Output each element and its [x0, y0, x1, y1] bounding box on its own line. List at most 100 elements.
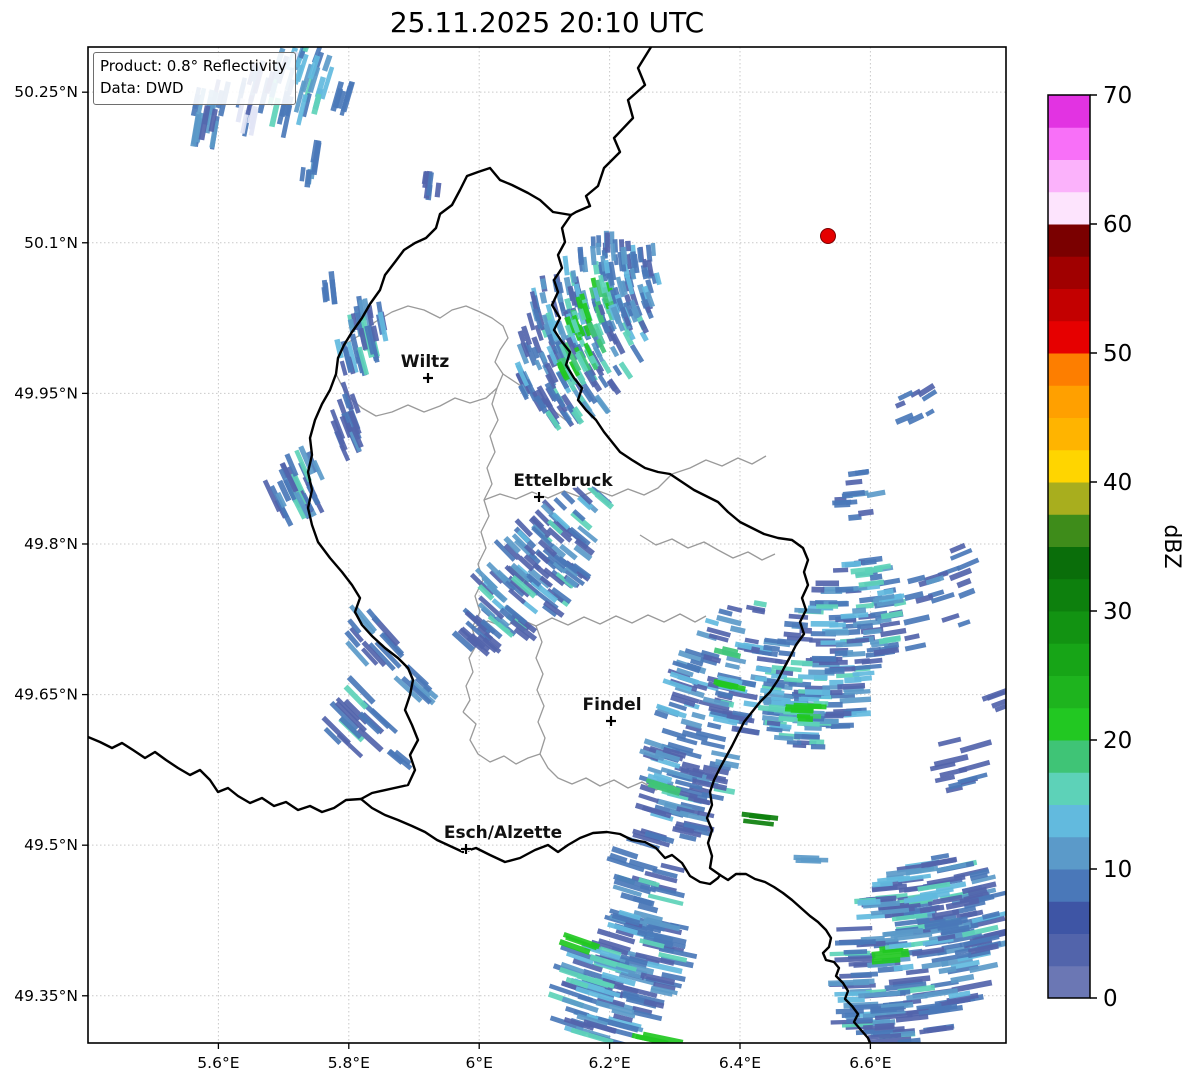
- echo-cluster: [832, 468, 886, 521]
- x-tick-label: 6.4°E: [719, 1054, 761, 1072]
- echo-bin: [857, 508, 874, 517]
- x-tick-label: 5.8°E: [328, 1054, 370, 1072]
- colorbar-segment: [1048, 933, 1090, 967]
- colorbar-segment: [1048, 965, 1090, 999]
- city-label: Findel: [582, 695, 641, 715]
- echo-bin: [434, 182, 442, 198]
- country-border-line: [88, 735, 363, 814]
- echo-cluster: [334, 295, 389, 377]
- colorbar-segment: [1048, 707, 1090, 741]
- echo-bin: [850, 971, 879, 978]
- echo-bin: [845, 478, 863, 486]
- echo-bin: [797, 715, 814, 722]
- echo-cluster: [393, 664, 439, 706]
- echo-bin: [594, 394, 611, 415]
- colorbar-segment: [1048, 224, 1090, 257]
- echo-bin: [829, 622, 846, 628]
- echo-bin: [604, 232, 611, 253]
- echo-bin: [957, 619, 971, 628]
- echo-bin: [811, 586, 825, 593]
- echo-bin: [304, 169, 312, 188]
- echo-bin: [816, 604, 839, 609]
- x-tick-label: 6.2°E: [588, 1054, 630, 1072]
- echo-bin: [607, 378, 622, 396]
- colorbar-segment: [1048, 95, 1090, 128]
- echo-cluster: [330, 80, 355, 116]
- city-marker-icon: [606, 716, 616, 726]
- echo-bin: [700, 740, 726, 750]
- echo-bin: [618, 361, 634, 380]
- colorbar-segment: [1048, 159, 1090, 193]
- colorbar-segment: [1048, 127, 1090, 160]
- echo-bin: [797, 721, 820, 727]
- echo-cluster: [793, 854, 829, 864]
- echo-bin: [691, 711, 706, 721]
- echo-bin: [904, 633, 920, 642]
- colorbar-segment: [1048, 836, 1090, 870]
- echo-bin: [794, 733, 820, 741]
- colorbar-segment: [1048, 611, 1090, 644]
- echo-bin: [810, 744, 826, 750]
- echo-bin: [958, 587, 976, 600]
- echo-bin: [753, 600, 767, 608]
- echo-bin: [834, 501, 851, 508]
- echo-bin: [540, 278, 547, 290]
- city-marker-icon: [423, 373, 433, 383]
- echo-bin: [847, 469, 869, 478]
- y-tick-label: 49.8°N: [24, 535, 78, 553]
- district-border-line: [671, 455, 767, 475]
- echo-bin: [783, 631, 802, 639]
- echo-bin: [847, 628, 861, 636]
- colorbar-segment: [1048, 869, 1090, 902]
- district-border-line: [462, 387, 499, 713]
- echo-cluster: [634, 600, 791, 831]
- echo-bin: [834, 650, 848, 657]
- city-findel: FindelFindel: [581, 693, 643, 726]
- colorbar-segment: [1048, 353, 1090, 386]
- colorbar-segment: [1048, 901, 1090, 934]
- radar-map-canvas: WiltzWiltzEttelbruckEttelbruckFindelFind…: [14, 46, 1184, 1072]
- district-border-line: [639, 534, 776, 561]
- city-esch-alzette: Esch/AlzetteEsch/Alzette: [442, 821, 564, 854]
- colorbar-segment: [1048, 191, 1090, 225]
- echo-bin: [841, 560, 862, 568]
- colorbar-tick-label: 10: [1103, 857, 1132, 883]
- echo-bin: [832, 567, 849, 573]
- district-border-line: [462, 711, 541, 765]
- colorbar-tick-label: 60: [1103, 212, 1132, 238]
- echo-bin: [553, 497, 568, 511]
- echo-cluster: [421, 170, 442, 201]
- echo-bin: [731, 725, 760, 736]
- echo-bin: [795, 857, 822, 864]
- colorbar-segment: [1048, 804, 1090, 838]
- colorbar-segment: [1048, 546, 1090, 580]
- radar-figure: 25.11.2025 20:10 UTC Wiltz Wiltz Ettelbruc…: [0, 0, 1184, 1081]
- echo-bin: [925, 408, 935, 417]
- echo-bin: [880, 627, 907, 638]
- echo-bin: [941, 612, 960, 623]
- echo-bin: [299, 166, 306, 182]
- city-label: Ettelbruck: [513, 471, 613, 491]
- echo-bin: [638, 793, 659, 804]
- colorbar: 0 10 20 30 40 50 60 70 dBZ: [1047, 83, 1184, 1012]
- echo-cluster: [321, 675, 399, 759]
- axis-labels: 5.6°E 5.8°E 6°E 6.2°E 6.4°E 6.6°E 50.25°N 50.1°…: [14, 83, 891, 1072]
- radar-echo-layer: [190, 47, 1006, 1043]
- colorbar-segment: [1048, 772, 1090, 805]
- colorbar-tick-label: 30: [1103, 599, 1132, 625]
- x-tick-label: 5.6°E: [197, 1054, 239, 1072]
- echo-bin: [784, 620, 809, 629]
- y-tick-label: 49.65°N: [14, 686, 78, 704]
- echo-bin: [843, 949, 868, 955]
- echo-bin: [903, 614, 931, 626]
- colorbar-tick-label: 40: [1103, 470, 1132, 496]
- colorbar-tick-label: 50: [1103, 341, 1132, 367]
- echo-bin: [804, 689, 831, 696]
- echo-bin: [956, 577, 972, 589]
- product-info-box: Product: 0.8° Reflectivity Data: DWD: [93, 52, 296, 105]
- y-tick-label: 50.25°N: [14, 83, 78, 101]
- echo-bin: [311, 93, 322, 115]
- echo-bin: [844, 676, 862, 684]
- echo-bin: [815, 580, 840, 587]
- city-label: Wiltz: [401, 352, 450, 372]
